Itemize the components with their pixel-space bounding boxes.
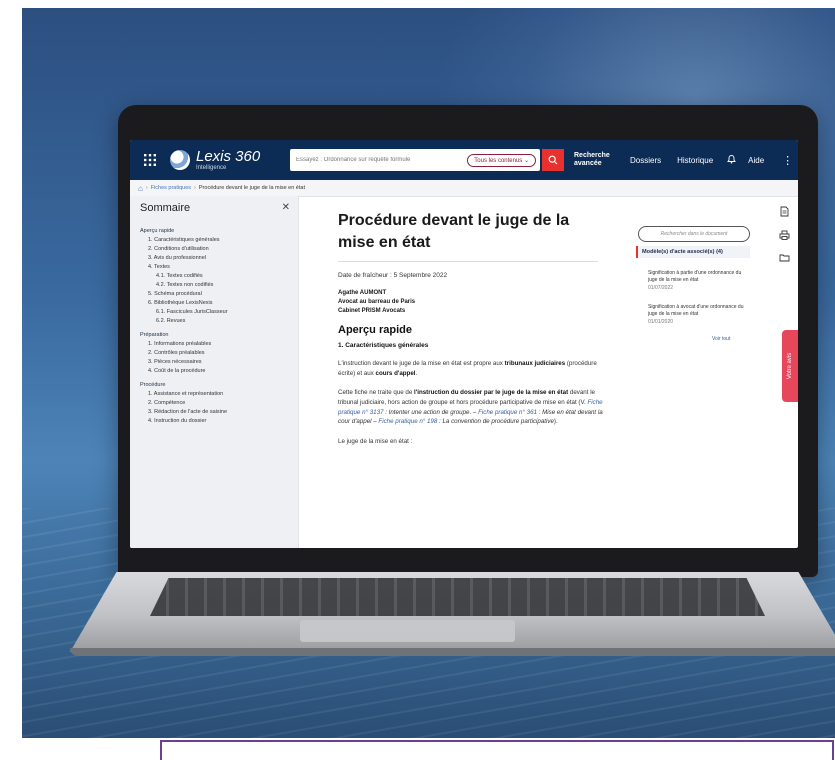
laptop-base-edge [70,648,835,656]
toc-item[interactable]: 2. Conditions d'utilisation [148,246,298,252]
toc-item[interactable]: 6. Bibliothèque LexisNexis [148,300,298,306]
page-title: Procédure devant le juge de la mise en é… [338,212,570,251]
author-firm: Cabinet PRISM Avocats [338,308,406,315]
folder-icon[interactable] [770,253,798,265]
toc-item[interactable]: 4. Instruction du dossier [148,418,298,424]
toc-item[interactable]: 1. Informations préalables [148,341,298,347]
sidebar-title: Sommaire [140,202,191,214]
print-icon[interactable] [770,230,798,243]
toc-item[interactable]: 1. Assistance et représentation [148,391,298,397]
advanced-search-line1: Recherche [574,152,610,160]
model-item-date: 01/01/2020 [648,319,674,325]
para-italic: : La convention de procédure participati… [437,418,554,426]
nav-historique[interactable]: Historique [677,156,713,165]
paragraph-3: Le juge de la mise en état : [338,437,413,445]
apps-grid-icon[interactable] [130,140,170,180]
toc-item[interactable]: 3. Pièces nécessaires [148,359,298,365]
logo-name: Lexis 360 [196,148,261,165]
laptop-keyboard [150,578,765,616]
close-icon[interactable]: ✕ [282,202,290,213]
breadcrumb-separator: › [145,185,148,191]
content-scope-label: Tous les contenus [474,157,523,164]
model-item[interactable]: Signification à partie d'une ordonnance … [648,270,746,292]
chevron-down-icon: ⌄ [523,157,529,164]
author-block: Agathe AUMONT Avocat au barreau de Paris… [298,289,628,316]
toc-subitem[interactable]: 4.1. Textes codifiés [156,273,298,279]
breadcrumb-separator: › [194,185,196,191]
search-icon [548,155,558,165]
toc-item[interactable]: 4. Coût de la procédure [148,368,298,374]
para-bold: l'instruction du dossier par le juge de … [414,389,569,397]
table-of-contents-sidebar: Sommaire ✕ Aperçu rapide 1. Caractéristi… [130,196,299,548]
breadcrumb-current: Procédure devant le juge de la mise en é… [198,185,305,191]
breadcrumb: ⌂ › Fiches pratiques › Procédure devant … [130,180,798,197]
model-item[interactable]: Signification à avocat d'une ordonnance … [648,304,746,326]
toc-item[interactable]: 2. Compétence [148,400,298,406]
para-bold: cours d'appel [375,369,416,377]
toc-item[interactable]: 3. Rédaction de l'acte de saisine [148,409,298,415]
search-input[interactable] [294,156,448,164]
bottom-frame-outline [160,740,834,760]
fiche-link-198[interactable]: Fiche pratique n° 198 [378,418,437,425]
lexis-logo[interactable]: Lexis 360 Intelligence [170,149,290,171]
document-icon[interactable] [770,206,798,220]
right-panel: Rechercher dans le document Modèle(s) d'… [628,196,758,548]
feedback-tab[interactable]: Votre avis [782,330,798,402]
paragraph-2: Cette fiche ne traite que de l'instructi… [338,388,603,426]
para-text: . [415,369,418,377]
toc-item[interactable]: 1. Caractéristiques générales [148,237,298,243]
model-item-label: Signification à partie d'une ordonnance … [648,270,742,283]
section-heading: Aperçu rapide [338,324,412,337]
nav-aide[interactable]: Aide [748,156,764,165]
laptop-screen: Lexis 360 Intelligence Tous les contenus… [130,140,798,548]
para-text: ). [553,418,558,426]
toc-item[interactable]: 5. Schéma procédural [148,291,298,297]
freshness-date: Date de fraîcheur : 5 Septembre 2022 [338,272,448,280]
lexis-logo-icon [170,150,190,170]
advanced-search-link[interactable]: Recherche avancée [574,152,618,167]
toc-section-procedure[interactable]: Procédure [140,382,298,388]
breadcrumb-fiches-pratiques[interactable]: Fiches pratiques [151,185,191,191]
toc-subitem[interactable]: 6.1. Fascicules JurisClasseur [156,309,298,315]
para-text: L'instruction devant le juge de la mise … [338,360,505,368]
feedback-label: Votre avis [787,352,794,380]
toc-list: Aperçu rapide 1. Caractéristiques généra… [130,228,298,424]
para-text: Cette fiche ne traite que de [338,389,415,397]
bell-icon[interactable] [727,154,737,166]
toc-item[interactable]: 4. Textes [148,264,298,270]
laptop-trackpad [300,620,515,642]
nav-dossiers[interactable]: Dossiers [630,156,661,165]
search-button[interactable] [542,149,564,171]
fiche-link-361[interactable]: Fiche pratique n° 361 [478,409,537,416]
search-bar: Tous les contenus ⌄ [290,149,540,171]
content-scope-dropdown[interactable]: Tous les contenus ⌄ [467,153,536,167]
model-item-date: 01/07/2022 [648,285,674,291]
toc-section-preparation[interactable]: Préparation [140,332,298,338]
document-content: Procédure devant le juge de la mise en é… [298,196,628,548]
para-text: . – [469,408,479,416]
para-bold: tribunaux judiciaires [504,360,566,368]
top-navigation-bar: Lexis 360 Intelligence Tous les contenus… [130,140,798,180]
title-divider [338,261,598,263]
paragraph-1: L'instruction devant le juge de la mise … [338,359,603,378]
toc-subitem[interactable]: 6.2. Revues [156,318,298,324]
author-role: Avocat au barreau de Paris [338,299,416,306]
toc-item[interactable]: 2. Contrôles préalables [148,350,298,356]
model-item-label: Signification à avocat d'une ordonnance … [648,304,744,317]
associated-models-heading[interactable]: Modèle(s) d'acte associé(s) (4) [636,246,750,258]
see-all-link[interactable]: Voir tout [712,336,758,342]
subsection-heading: 1. Caractéristiques générales [338,342,429,350]
author-name: Agathe AUMONT [338,290,387,297]
advanced-search-line2: avancée [574,160,602,167]
toc-section-apercu[interactable]: Aperçu rapide [140,228,298,234]
logo-subtitle: Intelligence [196,165,227,171]
more-vertical-icon[interactable]: ⋮ [782,154,793,167]
document-search-input[interactable]: Rechercher dans le document [638,226,750,242]
toc-item[interactable]: 3. Avis du professionnel [148,255,298,261]
para-italic: : Intenter une action de groupe [383,408,470,416]
home-icon[interactable]: ⌂ [138,184,143,193]
toc-subitem[interactable]: 4.2. Textes non codifiés [156,282,298,288]
